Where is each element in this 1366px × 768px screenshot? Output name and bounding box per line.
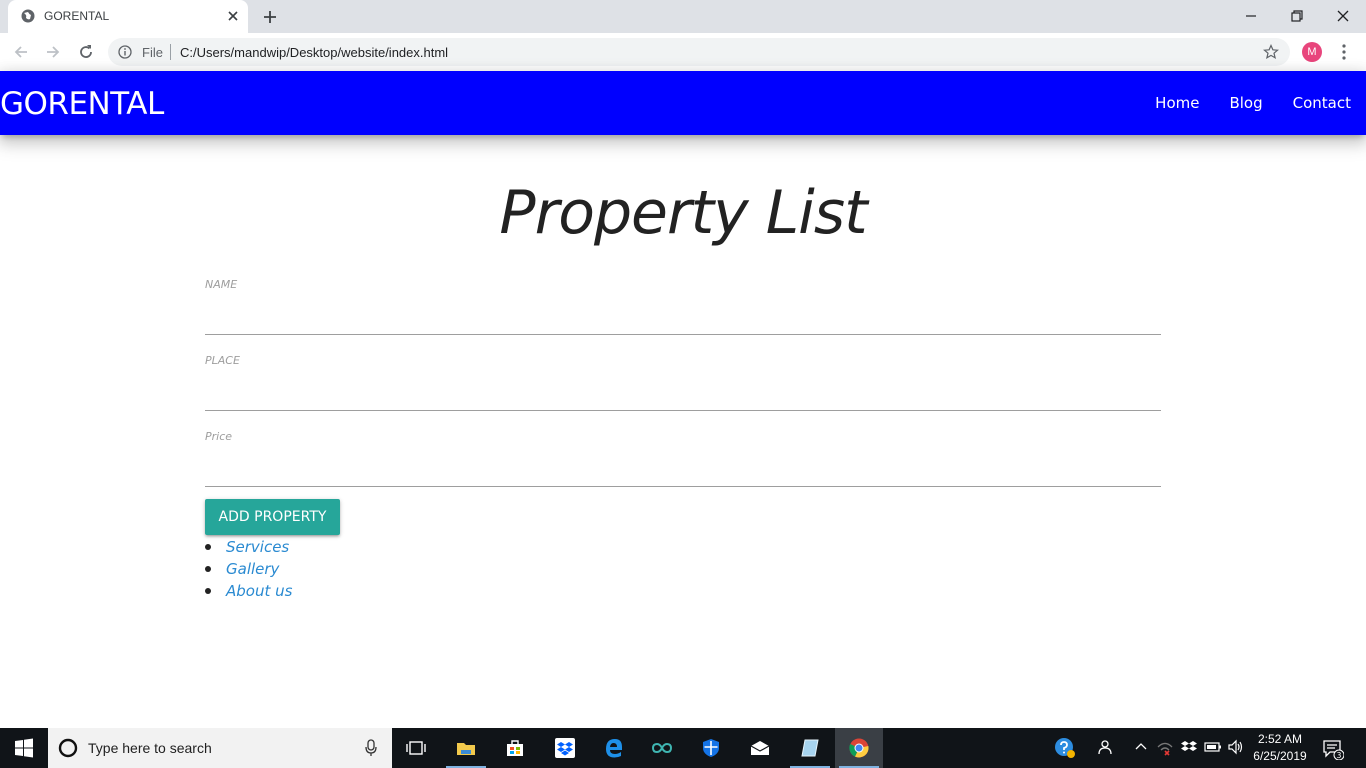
nav-link-home[interactable]: Home (1140, 71, 1214, 135)
list-item: About us (205, 580, 292, 602)
brand-logo[interactable]: GORENTAL (0, 86, 164, 122)
list-item: Services (205, 536, 292, 558)
taskbar-clock[interactable]: 2:52 AM 6/25/2019 (1248, 731, 1312, 765)
windows-start-icon[interactable] (0, 728, 48, 768)
bullet-icon (205, 566, 211, 572)
close-window-icon[interactable] (1333, 6, 1353, 26)
name-input[interactable] (205, 300, 1161, 335)
windows-taskbar: Type here to search 2:52 AM 6/25/2019 3 (0, 728, 1366, 768)
info-icon[interactable] (118, 45, 132, 59)
file-explorer-icon (457, 743, 475, 755)
taskbar-store[interactable] (491, 728, 539, 768)
taskbar-notepad[interactable] (786, 728, 834, 768)
nav-links: Home Blog Contact (1140, 71, 1366, 135)
nav-link-blog[interactable]: Blog (1214, 71, 1277, 135)
taskbar-mail[interactable] (736, 728, 784, 768)
taskbar-chrome[interactable] (835, 728, 883, 768)
arduino-icon (652, 742, 672, 754)
site-navbar: GORENTAL Home Blog Contact (0, 71, 1366, 135)
globe-icon (21, 9, 35, 23)
edge-icon (606, 739, 622, 758)
chrome-icon (849, 738, 869, 758)
dropbox-icon (555, 738, 575, 758)
price-field: Price (205, 430, 1161, 490)
clock-date: 6/25/2019 (1253, 749, 1307, 763)
services-link[interactable]: Services (226, 538, 289, 556)
bullet-icon (205, 588, 211, 594)
reload-icon[interactable] (77, 43, 95, 61)
restore-icon[interactable] (1287, 6, 1307, 26)
clock-time: 2:52 AM (1257, 732, 1303, 746)
about-us-link[interactable]: About us (226, 582, 292, 600)
notepad-icon (801, 739, 819, 757)
tab-strip: GORENTAL (0, 0, 1366, 33)
add-property-button[interactable]: ADD PROPERTY (205, 499, 340, 535)
close-tab-icon[interactable] (226, 9, 240, 23)
cortana-icon (58, 738, 78, 758)
more-options-icon[interactable] (1336, 43, 1352, 61)
people-icon[interactable] (1096, 738, 1114, 756)
address-bar[interactable]: File C:/Users/mandwip/Desktop/website/in… (108, 38, 1290, 66)
place-label: PLACE (205, 354, 240, 367)
list-item: Gallery (205, 558, 292, 580)
taskbar-search-box[interactable]: Type here to search (48, 728, 392, 768)
search-placeholder: Type here to search (88, 740, 212, 756)
price-input[interactable] (205, 452, 1161, 487)
forward-icon[interactable] (44, 43, 62, 61)
gallery-link[interactable]: Gallery (226, 560, 279, 578)
notification-icon[interactable]: 3 (1322, 738, 1344, 760)
page-title: Property List (499, 178, 867, 248)
help-icon[interactable] (1054, 737, 1076, 759)
taskbar-arduino[interactable] (638, 728, 686, 768)
links-list: Services Gallery About us (205, 536, 292, 602)
dropbox-tray-icon[interactable] (1180, 738, 1198, 756)
mail-icon (750, 741, 770, 755)
task-view-icon (406, 741, 426, 755)
url-scheme-label: File (142, 45, 163, 60)
network-icon[interactable] (1156, 738, 1174, 756)
store-icon (507, 740, 523, 756)
nav-link-contact[interactable]: Contact (1278, 71, 1366, 135)
taskbar-task-view[interactable] (392, 728, 440, 768)
name-label: NAME (205, 278, 238, 291)
name-field: NAME (205, 278, 1161, 338)
bookmark-star-icon[interactable] (1263, 44, 1279, 60)
microphone-icon[interactable] (364, 739, 378, 757)
chevron-up-icon[interactable] (1132, 738, 1150, 756)
url-text[interactable]: C:/Users/mandwip/Desktop/website/index.h… (180, 45, 448, 60)
browser-toolbar: File C:/Users/mandwip/Desktop/website/in… (0, 33, 1366, 72)
price-label: Price (205, 430, 233, 443)
tab-title: GORENTAL (44, 9, 110, 23)
taskbar-defender[interactable] (687, 728, 735, 768)
profile-avatar[interactable]: M (1302, 42, 1322, 62)
new-tab-icon[interactable] (262, 9, 278, 25)
minimize-icon[interactable] (1241, 6, 1261, 26)
battery-icon[interactable] (1204, 738, 1222, 756)
taskbar-edge[interactable] (590, 728, 638, 768)
place-input[interactable] (205, 376, 1161, 411)
bullet-icon (205, 544, 211, 550)
defender-icon (703, 739, 719, 757)
taskbar-dropbox[interactable] (541, 728, 589, 768)
back-icon[interactable] (12, 43, 30, 61)
volume-icon[interactable] (1227, 738, 1245, 756)
taskbar-file-explorer[interactable] (442, 728, 490, 768)
notification-count: 3 (1337, 751, 1342, 760)
omnibox-divider (170, 44, 171, 60)
place-field: PLACE (205, 354, 1161, 414)
browser-tab[interactable]: GORENTAL (8, 0, 248, 33)
